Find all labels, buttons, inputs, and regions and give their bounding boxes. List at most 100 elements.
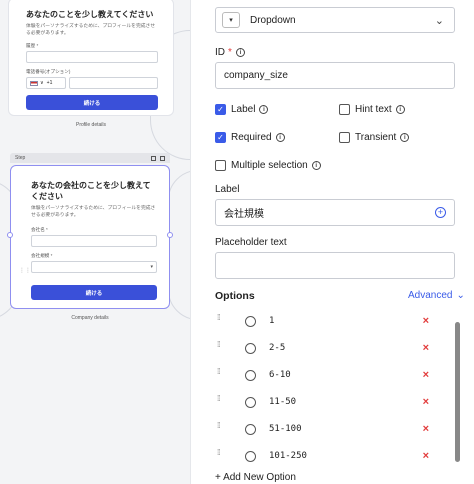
option-row[interactable]: ⁞⁞ 2-5 ×: [217, 335, 447, 361]
card-caption: Profile details: [75, 122, 106, 128]
company-size-select[interactable]: ▾: [31, 261, 157, 273]
drag-handle-icon[interactable]: ⁞⁞: [217, 422, 225, 434]
checkbox-label: Transient: [355, 132, 397, 143]
delete-option-icon[interactable]: ×: [423, 396, 429, 408]
card-subtitle: 体験をパーソナライズするために、プロフィールを完成させる必要があります。: [31, 206, 156, 218]
properties-panel: ▾ Dropdown ⌄ ID * i company_size ✓ Label…: [190, 0, 474, 484]
info-icon[interactable]: i: [259, 105, 269, 114]
transient-checkbox-row[interactable]: Transient i: [339, 132, 410, 143]
step-header-bar: Step: [10, 153, 170, 163]
chevron-down-icon: ∨: [40, 80, 44, 86]
delete-option-icon[interactable]: ×: [423, 342, 429, 354]
label-checkbox[interactable]: ✓: [215, 104, 226, 115]
option-default-radio[interactable]: [245, 423, 256, 435]
option-default-radio[interactable]: [245, 342, 256, 354]
drag-handle-icon[interactable]: ⁞⁞: [217, 341, 225, 353]
phone-country-select[interactable]: ∨ +1: [26, 77, 66, 89]
option-row[interactable]: ⁞⁞ 6-10 ×: [217, 362, 447, 388]
required-mark: *: [228, 47, 232, 58]
add-translation-icon[interactable]: +: [435, 207, 446, 218]
option-row[interactable]: ⁞⁞ 51-100 ×: [217, 416, 447, 442]
info-icon[interactable]: i: [311, 161, 321, 170]
multiple-selection-checkbox-row[interactable]: Multiple selection i: [215, 160, 321, 171]
phone-input[interactable]: [69, 77, 158, 89]
label-section-title: Label: [215, 184, 240, 195]
profile-details-card[interactable]: あなたのことを少し教えてください 体験をパーソナライズするために、プロフィールを…: [8, 0, 174, 116]
option-row[interactable]: ⁞⁞ 1 ×: [217, 308, 447, 334]
option-default-radio[interactable]: [245, 369, 256, 381]
continue-button[interactable]: 続ける: [26, 95, 158, 110]
drag-handle-icon[interactable]: ⁞⁞: [217, 449, 225, 461]
copy-icon[interactable]: [151, 155, 156, 161]
field-type-select[interactable]: ▾ Dropdown ⌄: [215, 7, 455, 33]
id-label-text: ID: [215, 47, 225, 58]
card-caption: Company details: [71, 315, 109, 321]
checkbox-label: Hint text: [355, 104, 392, 115]
multiple-selection-checkbox[interactable]: [215, 160, 226, 171]
caret-down-icon: ▾: [150, 264, 153, 270]
company-details-step[interactable]: Step あなたの会社のことを少し教えてください 体験をパーソナライズするために…: [7, 153, 173, 310]
info-icon[interactable]: i: [235, 48, 245, 57]
delete-option-icon[interactable]: ×: [423, 423, 429, 435]
id-input[interactable]: company_size: [215, 62, 455, 89]
field-label: 会社規模 *: [31, 253, 53, 258]
field-label: 会社名 *: [31, 227, 48, 232]
placeholder-section-title: Placeholder text: [215, 237, 287, 248]
info-icon[interactable]: i: [395, 105, 405, 114]
option-value[interactable]: 2-5: [269, 343, 423, 353]
flow-connector-right: [168, 170, 190, 320]
drag-handle-icon[interactable]: ⁞⁞: [217, 314, 225, 326]
company-details-card[interactable]: あなたの会社のことを少し教えてください 体験をパーソナライズするために、プロフィ…: [7, 165, 173, 309]
connector-handle-right[interactable]: [167, 232, 173, 238]
option-value[interactable]: 101-250: [269, 451, 423, 461]
delete-option-icon[interactable]: ×: [423, 315, 429, 327]
add-new-option-button[interactable]: + Add New Option: [215, 472, 296, 483]
label-input-value: 会社規模: [224, 209, 264, 220]
options-scrollbar[interactable]: [455, 322, 460, 462]
delete-option-icon[interactable]: ×: [423, 369, 429, 381]
us-flag-icon: [30, 80, 38, 86]
field-type-value: Dropdown: [250, 14, 296, 26]
options-title: Options: [215, 290, 255, 302]
card-title: あなたのことを少し教えてください: [26, 10, 154, 19]
phone-code: +1: [46, 80, 53, 86]
checkbox-label: Required: [231, 132, 272, 143]
step-label: Step: [15, 155, 26, 161]
drag-handle-icon[interactable]: ⋮⋮: [19, 268, 31, 274]
advanced-label: Advanced: [408, 290, 453, 301]
option-value[interactable]: 11-50: [269, 397, 423, 407]
required-checkbox-row[interactable]: ✓ Required i: [215, 132, 285, 143]
option-row[interactable]: ⁞⁞ 101-250 ×: [217, 443, 447, 469]
company-name-input[interactable]: [31, 235, 157, 247]
chevron-down-icon: ⌄: [456, 290, 465, 301]
option-value[interactable]: 51-100: [269, 424, 423, 434]
option-default-radio[interactable]: [245, 315, 256, 327]
field-label: 履歴 *: [26, 43, 39, 48]
label-input[interactable]: 会社規模 +: [215, 199, 455, 226]
option-default-radio[interactable]: [245, 396, 256, 408]
continue-button[interactable]: 続ける: [31, 285, 157, 300]
advanced-toggle[interactable]: Advanced ⌄: [408, 290, 465, 301]
delete-option-icon[interactable]: ×: [423, 450, 429, 462]
option-value[interactable]: 1: [269, 316, 423, 326]
hint-text-checkbox-row[interactable]: Hint text i: [339, 104, 405, 115]
name-input[interactable]: [26, 51, 158, 63]
checkbox-label: Label: [231, 104, 256, 115]
trash-icon[interactable]: [160, 155, 165, 161]
hint-text-checkbox[interactable]: [339, 104, 350, 115]
drag-handle-icon[interactable]: ⁞⁞: [217, 368, 225, 380]
connector-handle-left[interactable]: [7, 232, 13, 238]
info-icon[interactable]: i: [275, 133, 285, 142]
label-checkbox-row[interactable]: ✓ Label i: [215, 104, 269, 115]
chevron-down-icon: ⌄: [434, 14, 444, 27]
drag-handle-icon[interactable]: ⁞⁞: [217, 395, 225, 407]
option-row[interactable]: ⁞⁞ 11-50 ×: [217, 389, 447, 415]
required-checkbox[interactable]: ✓: [215, 132, 226, 143]
placeholder-input[interactable]: [215, 252, 455, 279]
option-default-radio[interactable]: [245, 450, 256, 462]
option-value[interactable]: 6-10: [269, 370, 423, 380]
transient-checkbox[interactable]: [339, 132, 350, 143]
info-icon[interactable]: i: [400, 133, 410, 142]
flow-canvas[interactable]: あなたのことを少し教えてください 体験をパーソナライズするために、プロフィールを…: [0, 0, 190, 484]
checkbox-label: Multiple selection: [231, 160, 308, 171]
